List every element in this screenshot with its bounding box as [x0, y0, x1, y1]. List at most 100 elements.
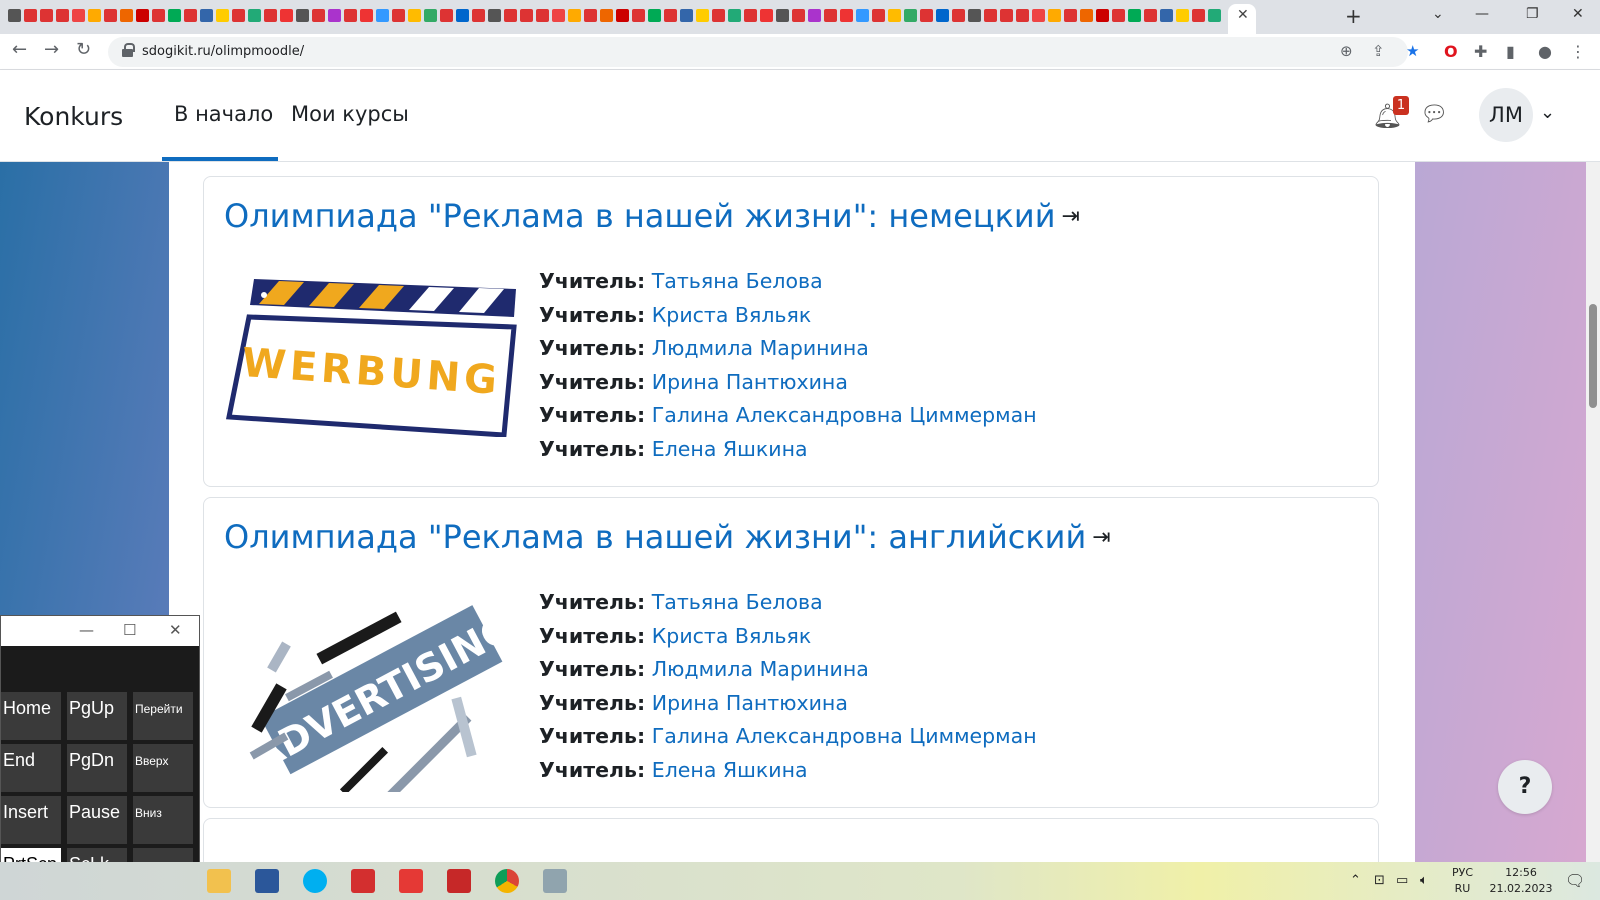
- course-image-advertising[interactable]: ADVERTISING: [224, 592, 519, 792]
- course-title-link[interactable]: Олимпиада "Реклама в нашей жизни": немец…: [224, 197, 1080, 235]
- skype-icon[interactable]: [303, 869, 327, 893]
- tab-favicon-icon[interactable]: [936, 9, 949, 22]
- teacher-name-link[interactable]: Татьяна Белова: [652, 269, 823, 293]
- teacher-name-link[interactable]: Людмила Маринина: [652, 336, 869, 360]
- tab-favicon-icon[interactable]: [648, 9, 661, 22]
- tab-favicon-icon[interactable]: [600, 9, 613, 22]
- tab-favicon-icon[interactable]: [1064, 9, 1077, 22]
- file-explorer-icon[interactable]: [207, 869, 231, 893]
- tab-favicon-icon[interactable]: [1080, 9, 1093, 22]
- restore-icon[interactable]: ❐: [1526, 6, 1539, 22]
- window-close-icon[interactable]: ✕: [1572, 6, 1584, 22]
- tab-favicon-icon[interactable]: [168, 9, 181, 22]
- tab-favicon-icon[interactable]: [1160, 9, 1173, 22]
- tab-favicon-icon[interactable]: [184, 9, 197, 22]
- tab-favicon-icon[interactable]: [8, 9, 21, 22]
- site-brand[interactable]: Konkurs: [24, 102, 123, 131]
- tab-search-icon[interactable]: ⌄: [1432, 6, 1444, 22]
- notification-center-icon[interactable]: 🗨︎: [1565, 871, 1585, 890]
- tab-favicon-icon[interactable]: [392, 9, 405, 22]
- tab-favicon-icon[interactable]: [488, 9, 501, 22]
- tab-favicon-icon[interactable]: [888, 9, 901, 22]
- tab-favicon-icon[interactable]: [1192, 9, 1205, 22]
- osk-key[interactable]: PgDn: [67, 744, 127, 792]
- menu-kebab-icon[interactable]: ⋮: [1570, 42, 1586, 61]
- tab-favicon-icon[interactable]: [280, 9, 293, 22]
- tab-favicon-icon[interactable]: [664, 9, 677, 22]
- tab-favicon-icon[interactable]: [760, 9, 773, 22]
- tab-favicon-icon[interactable]: [360, 9, 373, 22]
- tab-favicon-icon[interactable]: [904, 9, 917, 22]
- tab-favicon-icon[interactable]: [552, 9, 565, 22]
- tab-favicon-icon[interactable]: [616, 9, 629, 22]
- tab-favicon-icon[interactable]: [472, 9, 485, 22]
- bookmark-star-icon[interactable]: ★: [1406, 42, 1419, 60]
- tab-favicon-icon[interactable]: [152, 9, 165, 22]
- user-avatar[interactable]: ЛМ: [1479, 88, 1533, 142]
- tab-favicon-icon[interactable]: [56, 9, 69, 22]
- tab-close-icon[interactable]: ✕: [1237, 7, 1249, 23]
- teacher-name-link[interactable]: Елена Яшкина: [652, 758, 808, 782]
- osk-key[interactable]: Вниз: [133, 796, 193, 844]
- tab-favicon-icon[interactable]: [120, 9, 133, 22]
- page-scrollbar[interactable]: [1586, 162, 1600, 862]
- tab-favicon-icon[interactable]: [1048, 9, 1061, 22]
- tab-favicon-icon[interactable]: [840, 9, 853, 22]
- course-title-link[interactable]: Олимпиада "Реклама в нашей жизни": англи…: [224, 518, 1111, 556]
- tab-favicon-icon[interactable]: [1144, 9, 1157, 22]
- tab-favicon-icon[interactable]: [920, 9, 933, 22]
- nav-home[interactable]: В начало: [174, 102, 273, 126]
- tab-favicon-icon[interactable]: [248, 9, 261, 22]
- tab-favicon-icon[interactable]: [232, 9, 245, 22]
- teacher-name-link[interactable]: Ирина Пантюхина: [652, 370, 848, 394]
- tab-favicon-icon[interactable]: [216, 9, 229, 22]
- pdf-app-icon[interactable]: [399, 869, 423, 893]
- tab-favicon-icon[interactable]: [456, 9, 469, 22]
- tab-favicon-icon[interactable]: [24, 9, 37, 22]
- osk-key[interactable]: End: [1, 744, 61, 792]
- reload-icon[interactable]: ↻: [76, 39, 91, 60]
- tab-favicon-icon[interactable]: [856, 9, 869, 22]
- address-bar[interactable]: sdogikit.ru/olimpmoodle/ ⊕ ⇪ ★: [108, 37, 1419, 67]
- tab-favicon-icon[interactable]: [536, 9, 549, 22]
- tab-favicon-icon[interactable]: [632, 9, 645, 22]
- tab-favicon-icon[interactable]: [200, 9, 213, 22]
- tab-favicon-icon[interactable]: [1208, 9, 1221, 22]
- tab-favicon-icon[interactable]: [584, 9, 597, 22]
- tab-favicon-icon[interactable]: [520, 9, 533, 22]
- tab-favicon-icon[interactable]: [872, 9, 885, 22]
- tab-favicon-icon[interactable]: [792, 9, 805, 22]
- tab-favicon-icon[interactable]: [1016, 9, 1029, 22]
- course-title-text[interactable]: Олимпиада "Реклама в нашей жизни": англи…: [224, 518, 1086, 556]
- tab-favicon-icon[interactable]: [952, 9, 965, 22]
- user-menu-chevron-down-icon[interactable]: ⌄: [1540, 102, 1555, 123]
- tab-favicon-icon[interactable]: [1128, 9, 1141, 22]
- tab-favicon-icon[interactable]: [680, 9, 693, 22]
- language-indicator[interactable]: РУС RU: [1452, 865, 1473, 897]
- opera-extension-icon[interactable]: O: [1444, 42, 1458, 61]
- tab-favicon-icon[interactable]: [328, 9, 341, 22]
- tab-favicon-icon[interactable]: [344, 9, 357, 22]
- osk-close-icon[interactable]: ✕: [169, 621, 182, 639]
- scrollbar-thumb[interactable]: [1589, 304, 1597, 408]
- messages-chat-icon[interactable]: 💬︎: [1420, 102, 1448, 127]
- tray-volume-icon[interactable]: 🔈︎: [1420, 873, 1428, 888]
- minimize-icon[interactable]: —: [1475, 6, 1489, 22]
- osk-minimize-icon[interactable]: —: [79, 621, 94, 639]
- osk-key[interactable]: Insert: [1, 796, 61, 844]
- reader-app-icon[interactable]: [351, 869, 375, 893]
- tab-favicon-icon[interactable]: [808, 9, 821, 22]
- on-screen-keyboard-app-icon[interactable]: [543, 869, 567, 893]
- osk-key[interactable]: Вверх: [133, 744, 193, 792]
- tab-favicon-icon[interactable]: [712, 9, 725, 22]
- teacher-name-link[interactable]: Криста Вяльяк: [652, 624, 811, 648]
- tab-favicon-icon[interactable]: [104, 9, 117, 22]
- url-text[interactable]: sdogikit.ru/olimpmoodle/: [142, 44, 304, 59]
- tab-favicon-icon[interactable]: [296, 9, 309, 22]
- tab-favicon-icon[interactable]: [72, 9, 85, 22]
- tab-favicon-icon[interactable]: [984, 9, 997, 22]
- tab-favicon-icon[interactable]: [1096, 9, 1109, 22]
- osk-key[interactable]: Перейти: [133, 692, 193, 740]
- share-icon[interactable]: ⇪: [1372, 42, 1385, 60]
- tab-favicon-icon[interactable]: [376, 9, 389, 22]
